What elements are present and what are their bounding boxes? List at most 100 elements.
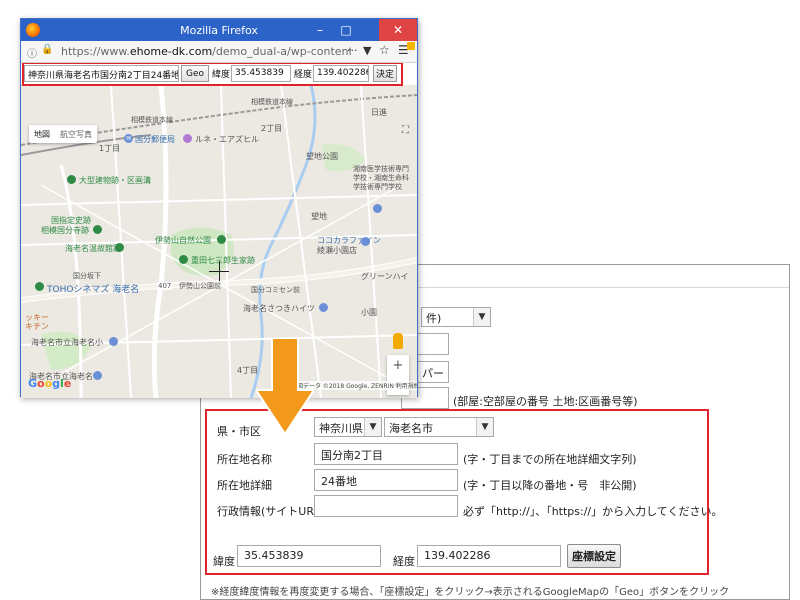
map-label: 国分コミセン前: [251, 286, 300, 294]
pocket-icon[interactable]: ▼: [363, 44, 371, 57]
url-rest: /demo_dual-a/wp-content/plugins/fud: [212, 45, 351, 58]
lock-icon: 🔒: [41, 44, 54, 55]
city-select-value: 海老名市: [389, 422, 433, 435]
arrow-down-icon: [256, 338, 314, 434]
address-bar[interactable]: ⓘ 🔒 https://www.ehome-dk.com/demo_dual-a…: [21, 41, 417, 63]
chevron-down-icon: ▼: [473, 308, 490, 326]
prefecture-select[interactable]: 神奈川県 ▼: [314, 417, 382, 437]
google-logo: Google: [28, 377, 72, 390]
map-label: 2丁目: [261, 124, 283, 133]
star-icon[interactable]: ☆: [379, 43, 390, 57]
housing-icon: [319, 303, 328, 312]
room-note: (部屋:空部屋の番号 土地:区画番号等): [453, 395, 638, 408]
map-label: 大型建物跡・区画溝: [79, 176, 151, 185]
address-note: (字・丁目までの所在地詳細文字列): [463, 453, 637, 466]
map-label: ルネ・エアズヒル: [195, 135, 259, 144]
map-crosshair-icon: [219, 261, 220, 281]
coordinate-set-button[interactable]: 座標設定: [567, 544, 621, 568]
school-icon: [373, 204, 382, 213]
highlight-box-searchbar: [22, 63, 403, 86]
footer-note: ※経度緯度情報を再度変更する場合、「座標設定」をクリック→表示されるGoogle…: [211, 587, 730, 598]
city-select[interactable]: 海老名市 ▼: [384, 417, 494, 437]
map-label: 相模鉄道本線: [131, 116, 173, 124]
map-label: 湘南医学技術専門学校・湘南生命科学技術専門学校: [353, 165, 409, 191]
historic-site-icon: [179, 255, 188, 264]
poi-icon: [183, 134, 192, 143]
screenshot-stage: 件) ▼ パー (部屋:空部屋の番号 土地:区画番号等) 県・市区 神奈川県 ▼…: [0, 0, 800, 600]
firefox-logo-icon: [26, 23, 40, 37]
route-shield: 407: [157, 282, 173, 290]
map-label: 国分郵便局: [135, 135, 175, 144]
minimize-icon[interactable]: –: [307, 19, 333, 41]
detail-input-value: 24番地: [321, 475, 357, 488]
admin-url-label: 行政情報(サイトURL): [217, 505, 325, 518]
map-label: 国分坂下: [73, 272, 101, 280]
park-icon: [217, 235, 226, 244]
map-label: 相模鉄道本線: [251, 98, 293, 106]
form-lat-input-value: 35.453839: [244, 549, 304, 562]
map-label: 望地: [311, 212, 327, 221]
map-label: 伊勢山自然公園: [155, 236, 211, 245]
historic-site-icon: [115, 243, 124, 252]
firefox-titlebar: Mozilla Firefox – □ ✕: [21, 19, 417, 41]
prefecture-select-value: 神奈川県: [319, 422, 363, 435]
address-label: 所在地名称: [217, 453, 272, 466]
detail-input[interactable]: 24番地: [314, 469, 458, 491]
maximize-icon[interactable]: □: [333, 19, 359, 41]
google-map[interactable]: 地図 航空写真 ⛶ 相模鉄道本線 相模鉄道本線 1丁目 2丁目 日進 ✉ 国分郵…: [21, 85, 417, 398]
form-lng-input[interactable]: 139.402286: [417, 545, 561, 567]
map-label: 伊勢山公園前: [179, 282, 221, 290]
partial-select[interactable]: 件) ▼: [421, 307, 491, 327]
zoom-in-button[interactable]: +: [387, 355, 409, 375]
school-icon: [93, 371, 102, 380]
firefox-window: Mozilla Firefox – □ ✕ ⓘ 🔒 https://www.eh…: [20, 18, 418, 398]
update-badge-icon: [407, 42, 415, 50]
map-label: グリーンハイ: [361, 272, 409, 281]
street-view-pegman-icon[interactable]: [393, 333, 403, 349]
shop-icon: [361, 237, 370, 246]
fullscreen-icon[interactable]: ⛶: [402, 125, 409, 136]
map-label: TOHOシネマズ 海老名: [47, 285, 140, 295]
map-label: ッキー キチン: [25, 313, 49, 331]
more-icon[interactable]: ···: [347, 44, 358, 57]
map-type-map[interactable]: 地図: [29, 125, 55, 143]
map-label: 海老名市立海老名小: [31, 338, 103, 347]
form-lng-input-value: 139.402286: [424, 549, 491, 562]
pref-city-label: 県・市区: [217, 425, 261, 438]
map-label: 海老名さつきハイツ: [243, 304, 315, 313]
map-label: 1丁目: [99, 144, 121, 153]
map-label: 4丁目: [237, 366, 259, 375]
map-type-satellite[interactable]: 航空写真: [55, 125, 97, 143]
chevron-down-icon: ▼: [476, 418, 493, 436]
close-icon[interactable]: ✕: [379, 19, 417, 41]
historic-site-icon: [93, 225, 102, 234]
map-label: 相模国分寺跡: [41, 226, 89, 235]
map-label: 綾瀬小園店: [317, 246, 357, 255]
detail-label: 所在地詳細: [217, 479, 272, 492]
cinema-icon: [35, 282, 44, 291]
address-input[interactable]: 国分南2丁目: [314, 443, 458, 465]
chevron-down-icon: ▼: [364, 418, 381, 436]
form-lat-input[interactable]: 35.453839: [237, 545, 381, 567]
window-title: Mozilla Firefox: [180, 23, 258, 37]
detail-note: (字・丁目以降の番地・号 非公開): [463, 479, 637, 492]
map-label: 日進: [371, 108, 387, 117]
partial-select-value: 件): [426, 312, 442, 325]
admin-url-input[interactable]: [314, 495, 458, 517]
historic-site-icon: [67, 175, 76, 184]
post-office-icon: ✉: [124, 134, 133, 143]
partial-input-2-value: パー: [422, 367, 444, 380]
school-icon: [109, 337, 118, 346]
map-label: 海老名温故館跡: [65, 244, 121, 253]
url-domain: ehome-dk.com: [129, 45, 213, 58]
form-lat-label: 緯度: [213, 555, 235, 568]
map-label: 重田七三郎生家跡: [191, 256, 255, 265]
info-icon[interactable]: ⓘ: [27, 45, 37, 60]
form-lng-label: 経度: [393, 555, 415, 568]
url-prefix: https://www.: [61, 45, 130, 58]
admin-url-note: 必ず「http://」、「https://」から入力してください。: [463, 505, 723, 518]
browser-content: 神奈川県海老名市国分南2丁目24番地 Geo 緯度： 35.453839 経度：…: [21, 63, 417, 398]
map-label: 小園: [361, 308, 377, 317]
url-text[interactable]: https://www.ehome-dk.com/demo_dual-a/wp-…: [61, 45, 351, 58]
map-type-toggle[interactable]: 地図 航空写真: [29, 125, 97, 143]
